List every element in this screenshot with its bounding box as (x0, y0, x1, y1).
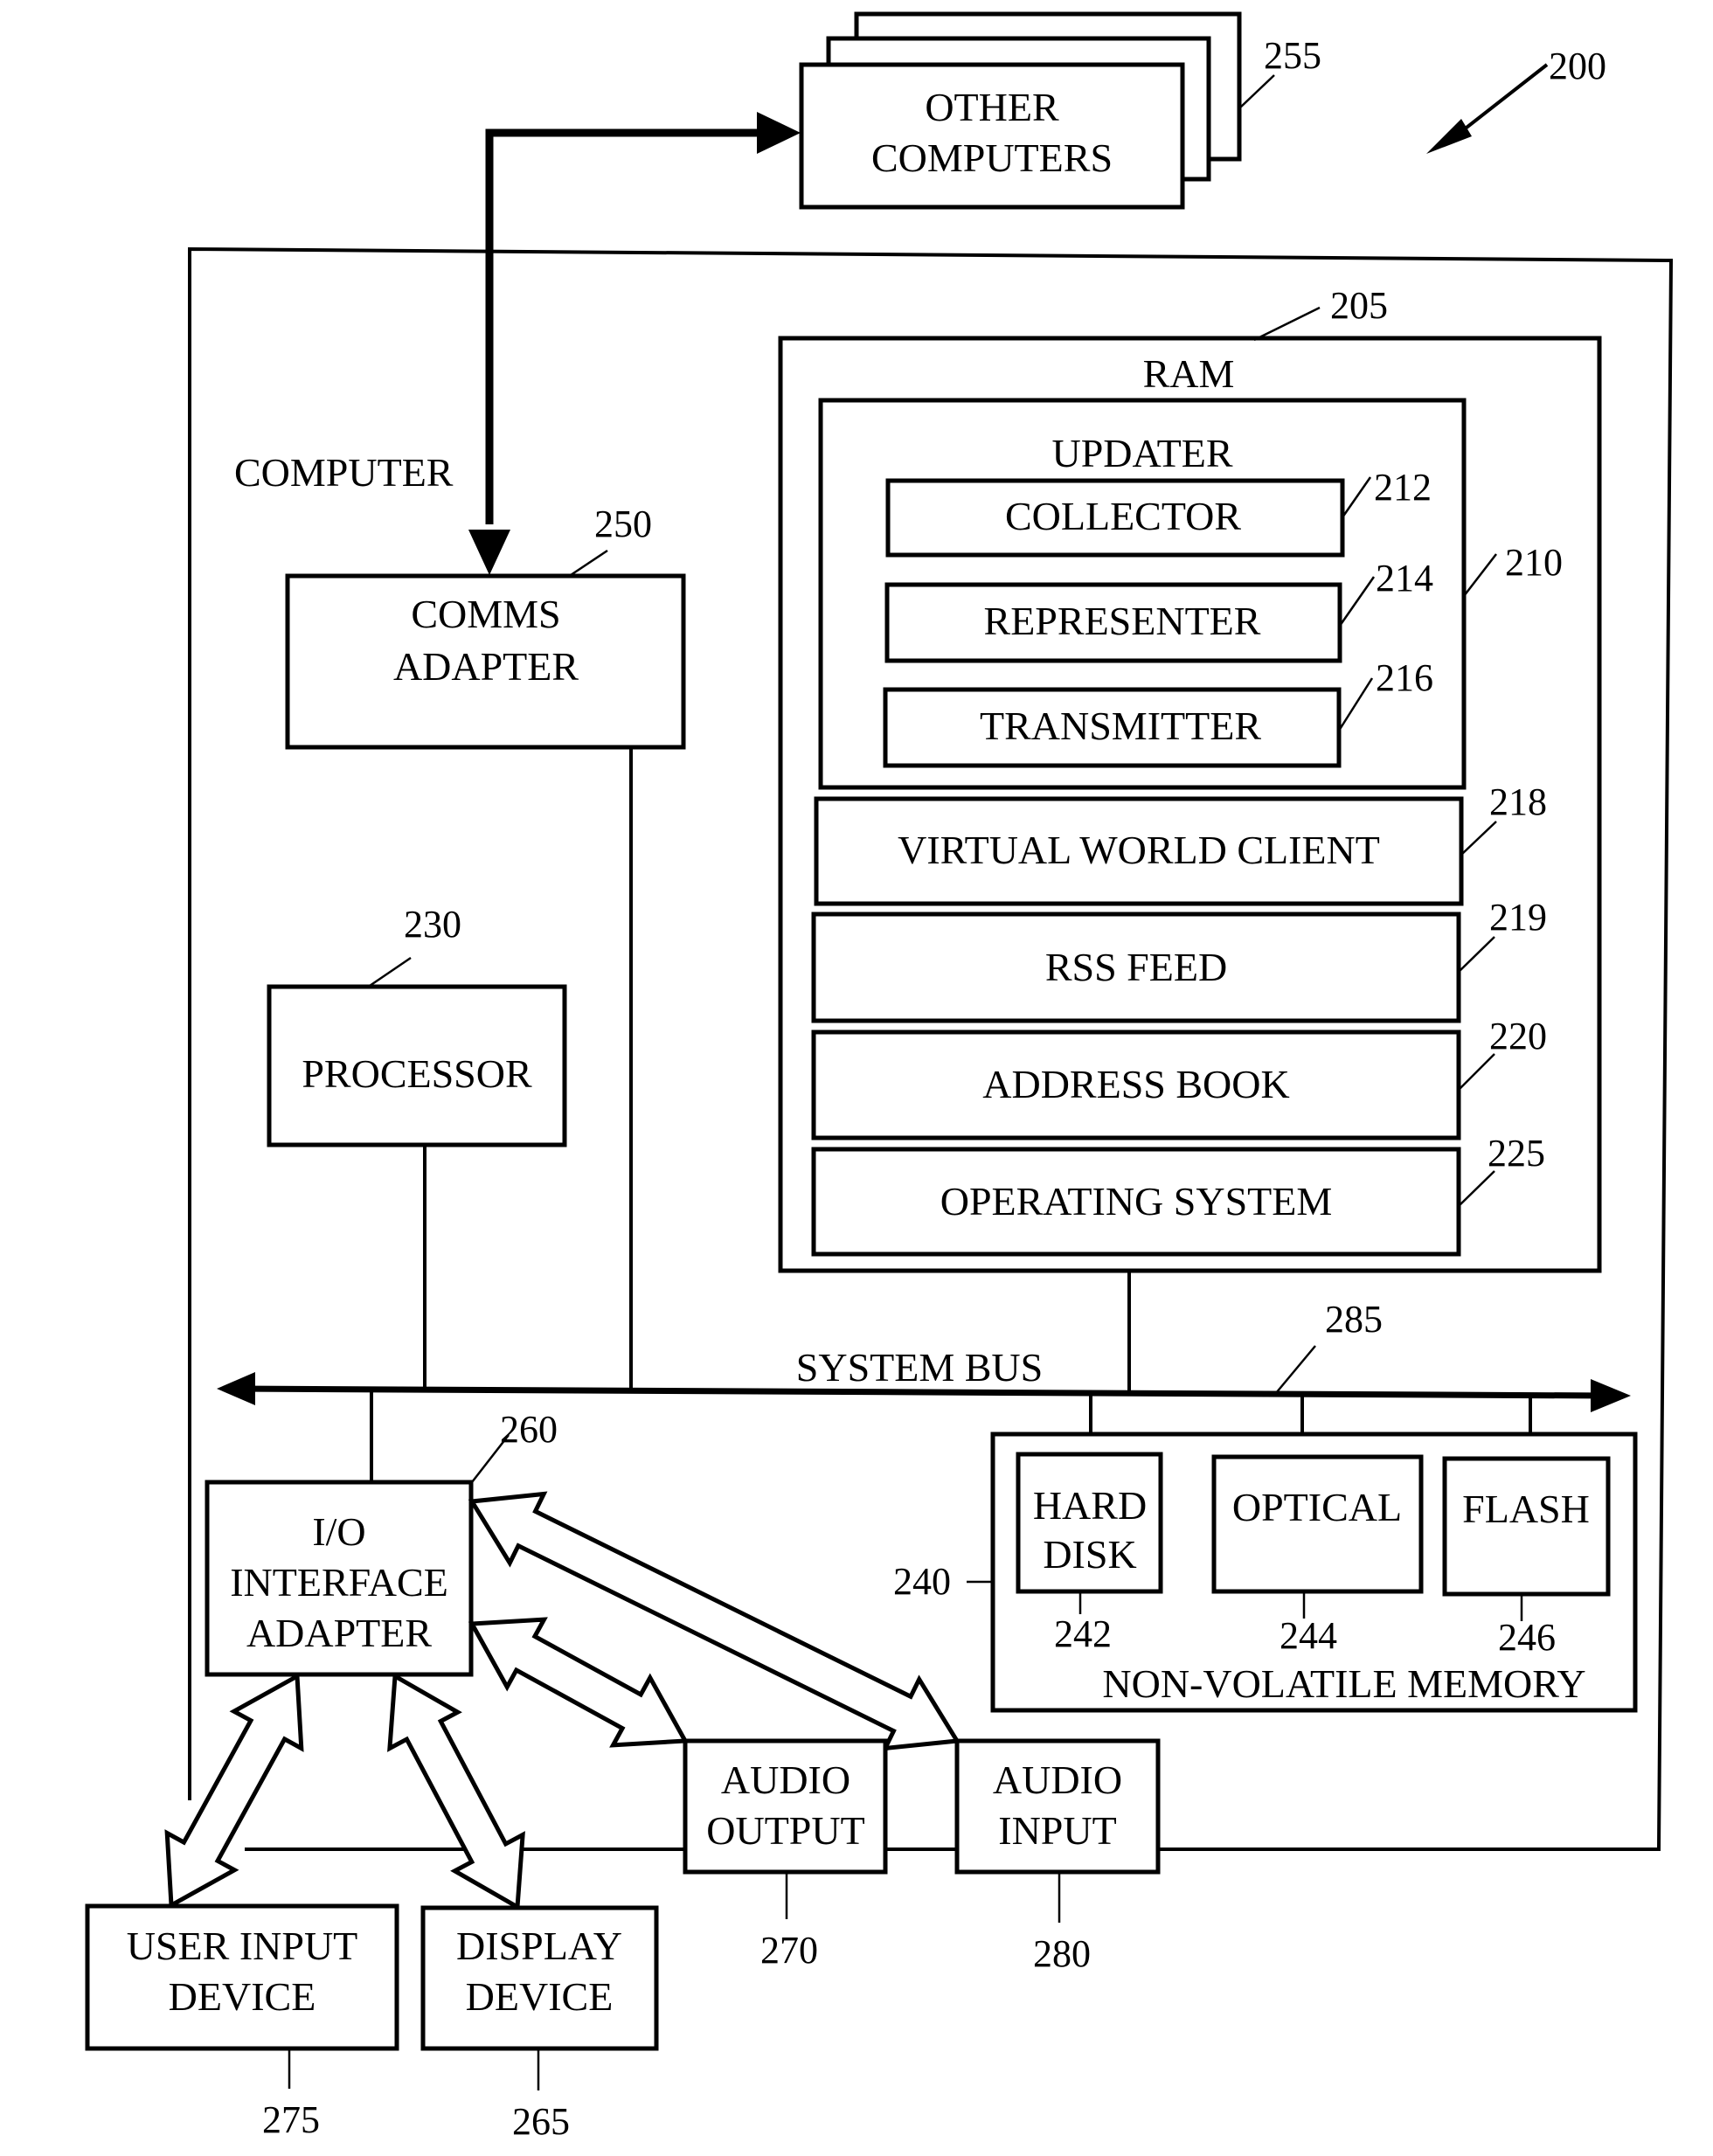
user-input-device-label-line1: USER INPUT (127, 1924, 358, 1968)
io-adapter-label-line2: INTERFACE (230, 1560, 448, 1605)
computer-block-diagram: OTHER COMPUTERS 255 200 COMPUTER RAM 205… (85, 11, 1674, 2143)
updater-label: UPDATER (1051, 431, 1232, 475)
display-device-block: DISPLAY DEVICE 265 (420, 1905, 659, 2143)
ref-225: 225 (1488, 1132, 1545, 1175)
ref-200: 200 (1549, 45, 1606, 87)
ref-242: 242 (1054, 1612, 1112, 1655)
leader-line-205 (1253, 306, 1321, 342)
io-to-user-input-arrow-icon (164, 1672, 304, 1910)
ref-270: 270 (760, 1929, 818, 1972)
io-adapter-label-line3: ADAPTER (246, 1611, 432, 1655)
virtual-world-client-label: VIRTUAL WORLD CLIENT (898, 828, 1380, 872)
processor-label: PROCESSOR (302, 1051, 532, 1096)
user-input-device-block: USER INPUT DEVICE 275 (85, 1903, 399, 2141)
network-link-line (485, 128, 769, 524)
optical-label: OPTICAL (1232, 1485, 1402, 1529)
network-arrowhead-down-icon (468, 530, 510, 575)
hard-disk-label-line2: DISK (1043, 1532, 1136, 1577)
ref-265: 265 (512, 2100, 570, 2143)
ref-212: 212 (1374, 466, 1432, 509)
figure-ref-arrowhead-icon (1426, 119, 1472, 154)
ref-246: 246 (1498, 1616, 1556, 1659)
io-to-audio-output-arrow-icon (468, 1617, 690, 1748)
ref-214: 214 (1376, 557, 1433, 600)
non-volatile-memory-label: NON-VOLATILE MEMORY (1102, 1661, 1585, 1706)
ref-244: 244 (1280, 1614, 1337, 1657)
display-device-label-line2: DEVICE (466, 1974, 614, 2019)
system-bus-line (235, 1385, 1609, 1399)
io-adapter-label-line1: I/O (312, 1509, 365, 1554)
audio-input-label-line1: AUDIO (993, 1757, 1122, 1802)
io-to-display-arrow-icon (387, 1672, 525, 1911)
ref-250: 250 (594, 503, 652, 545)
comms-adapter-label-line1: COMMS (411, 592, 560, 636)
leader-line-255 (1238, 74, 1275, 109)
operating-system-label: OPERATING SYSTEM (940, 1179, 1333, 1224)
representer-label: REPRESENTER (984, 599, 1261, 643)
leader-line-250 (567, 549, 608, 579)
ref-255: 255 (1264, 34, 1321, 77)
comms-adapter-label-line2: ADAPTER (393, 644, 579, 689)
audio-output-block: AUDIO OUTPUT 270 (683, 1738, 888, 1972)
ref-210: 210 (1505, 541, 1563, 584)
audio-output-label-line2: OUTPUT (706, 1808, 864, 1853)
audio-input-label-line2: INPUT (998, 1808, 1116, 1853)
system-bus-left-arrowhead-icon (217, 1372, 255, 1405)
user-input-device-label-line2: DEVICE (169, 1974, 316, 2019)
display-device-label-line1: DISPLAY (456, 1924, 622, 1968)
ref-260: 260 (500, 1408, 558, 1451)
collector-label: COLLECTOR (1005, 494, 1241, 538)
transmitter-label: TRANSMITTER (980, 704, 1261, 748)
ref-230: 230 (404, 903, 461, 946)
other-computers-label-line2: COMPUTERS (871, 135, 1113, 180)
other-computers-stack: OTHER COMPUTERS 255 (799, 11, 1321, 210)
ref-220: 220 (1489, 1015, 1547, 1057)
rss-feed-label: RSS FEED (1045, 945, 1227, 989)
hard-disk-label-line1: HARD (1033, 1483, 1147, 1528)
ref-240: 240 (893, 1560, 951, 1603)
ref-285: 285 (1325, 1298, 1383, 1341)
ref-218: 218 (1489, 780, 1547, 823)
address-book-label: ADDRESS BOOK (982, 1062, 1289, 1106)
ref-216: 216 (1376, 656, 1433, 699)
ram-block: RAM 205 UPDATER 210 COLLECTOR 212 REPRES… (778, 284, 1602, 1273)
leader-line-230 (366, 956, 412, 989)
other-computers-label-line1: OTHER (925, 85, 1059, 129)
ref-275: 275 (262, 2098, 320, 2141)
ref-280: 280 (1033, 1932, 1091, 1975)
leader-line-285 (1275, 1345, 1316, 1394)
ram-label: RAM (1143, 351, 1235, 396)
audio-output-label-line1: AUDIO (721, 1757, 850, 1802)
figure-ref-arrow: 200 (1426, 45, 1606, 154)
ref-219: 219 (1489, 896, 1547, 939)
computer-label: COMPUTER (234, 450, 454, 495)
flash-label: FLASH (1462, 1487, 1590, 1531)
processor-block: PROCESSOR 230 (267, 903, 567, 1147)
non-volatile-memory-block: NON-VOLATILE MEMORY 240 HARD DISK 242 OP… (893, 1432, 1638, 1713)
system-bus-label: SYSTEM BUS (796, 1345, 1043, 1390)
system-bus-right-arrowhead-icon (1591, 1379, 1631, 1412)
ref-205: 205 (1330, 284, 1388, 327)
network-arrowhead-right-icon (757, 112, 801, 154)
audio-input-block: AUDIO INPUT 280 (954, 1738, 1161, 1975)
